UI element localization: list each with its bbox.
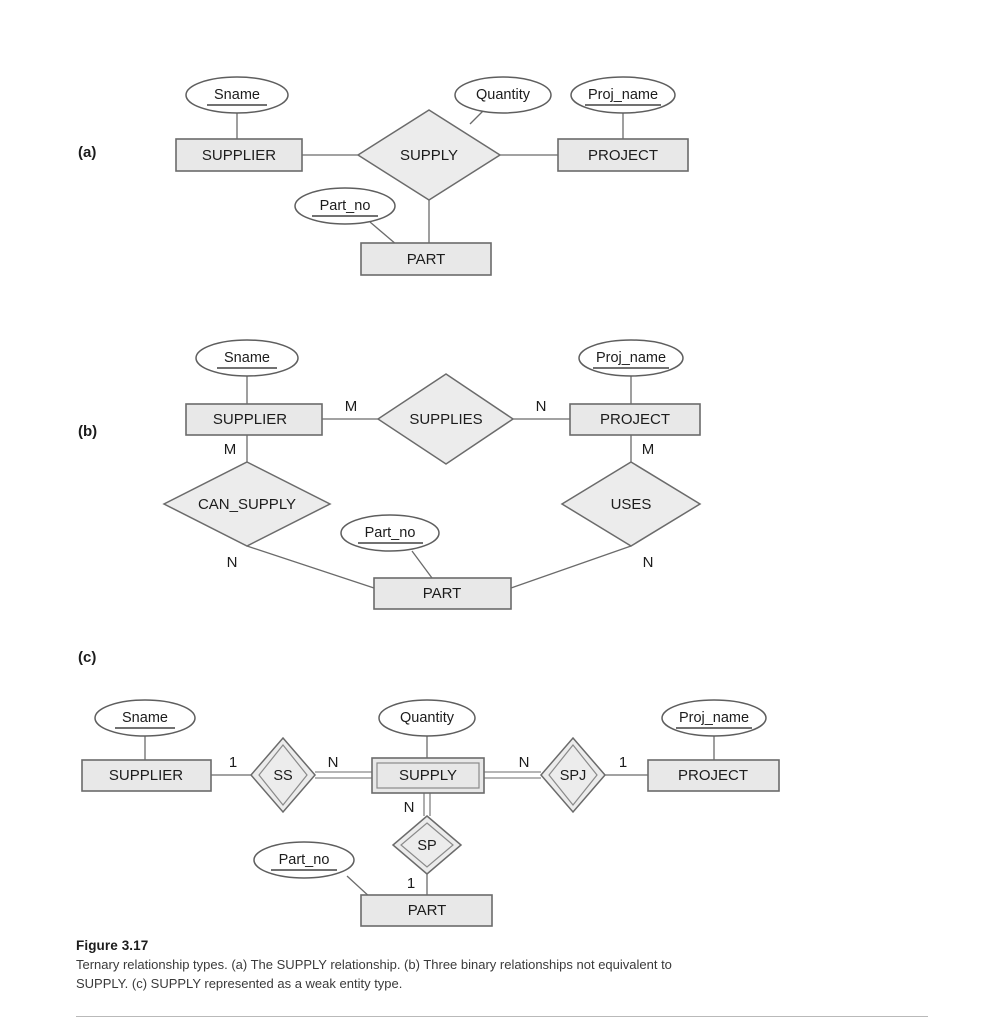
attribute-part-no-c: Part_no <box>253 841 355 879</box>
cardinality-supplier-supplies: M <box>345 398 358 415</box>
link-partno-part-a <box>369 221 398 246</box>
attribute-label: Quantity <box>476 87 531 103</box>
entity-project-b: PROJECT <box>569 403 701 436</box>
attribute-quantity-a: Quantity <box>454 76 552 114</box>
cardinality-project-uses: M <box>642 441 655 458</box>
attribute-label: Quantity <box>400 710 455 726</box>
entity-part-c: PART <box>360 894 493 927</box>
relationship-label: SUPPLIES <box>409 411 482 428</box>
attribute-proj-name-c: Proj_name <box>661 699 767 737</box>
entity-label: SUPPLIER <box>213 411 287 428</box>
entity-label: SUPPLIER <box>202 147 276 164</box>
diagram-part-a: (a) Sname SUPPLIER SUPPLY Quantity Proj_… <box>78 76 689 276</box>
relationship-uses-b: USES <box>560 461 702 547</box>
link-ss-supply-double-c <box>315 771 372 779</box>
attribute-proj-name-b: Proj_name <box>578 339 684 377</box>
relationship-spj-c: SPJ <box>540 736 606 814</box>
entity-supplier-c: SUPPLIER <box>81 759 212 792</box>
relationship-label: SS <box>273 768 292 784</box>
relationship-label: SUPPLY <box>400 147 458 164</box>
relationship-label: SP <box>417 838 436 854</box>
er-diagram-canvas: (a) Sname SUPPLIER SUPPLY Quantity Proj_… <box>78 76 780 927</box>
attribute-quantity-c: Quantity <box>378 699 476 737</box>
attribute-proj-name-a: Proj_name <box>570 76 676 114</box>
attribute-sname-c: Sname <box>94 699 196 737</box>
link-partno-part-b <box>411 550 433 579</box>
relationship-ss-c: SS <box>250 736 316 814</box>
entity-label: SUPPLIER <box>109 767 183 784</box>
link-cansupply-part-b <box>246 545 375 589</box>
cardinality-supplier-ss: 1 <box>229 754 237 771</box>
attribute-label: Part_no <box>279 852 330 868</box>
cardinality-supplier-cansupply: M <box>224 441 237 458</box>
attribute-label: Part_no <box>365 525 416 541</box>
figure-caption-block: Figure 3.17 Ternary relationship types. … <box>76 938 776 994</box>
cardinality-sp-part: 1 <box>407 875 415 892</box>
entity-label: SUPPLY <box>399 767 457 784</box>
figure-container: (a) Sname SUPPLIER SUPPLY Quantity Proj_… <box>0 0 989 1024</box>
relationship-supplies-b: SUPPLIES <box>376 373 515 465</box>
attribute-sname-b: Sname <box>195 339 299 377</box>
attribute-label: Proj_name <box>596 350 666 366</box>
attribute-label: Part_no <box>320 198 371 214</box>
attribute-label: Proj_name <box>679 710 749 726</box>
bottom-divider <box>76 1016 928 1017</box>
entity-supplier-a: SUPPLIER <box>175 138 303 172</box>
relationship-can-supply-b: CAN_SUPPLY <box>162 461 332 547</box>
link-supply-spj-double-c <box>484 771 541 779</box>
cardinality-supply-sp: N <box>404 799 415 816</box>
cardinality-supply-spj: N <box>519 754 530 771</box>
attribute-part-no-a: Part_no <box>294 187 396 225</box>
cardinality-spj-project: 1 <box>619 754 627 771</box>
entity-project-a: PROJECT <box>557 138 689 172</box>
entity-label: PART <box>423 585 462 602</box>
attribute-part-no-b: Part_no <box>340 514 440 552</box>
entity-label: PART <box>407 251 446 268</box>
part-label-c: (c) <box>78 649 96 666</box>
entity-part-b: PART <box>373 577 512 610</box>
relationship-label: USES <box>611 496 652 513</box>
entity-supplier-b: SUPPLIER <box>185 403 323 436</box>
entity-label: PART <box>408 902 447 919</box>
figure-number: Figure 3.17 <box>76 938 149 953</box>
entity-label: PROJECT <box>600 411 670 428</box>
cardinality-ss-supply: N <box>328 754 339 771</box>
part-label-a: (a) <box>78 144 96 161</box>
entity-part-a: PART <box>360 242 492 276</box>
attribute-label: Proj_name <box>588 87 658 103</box>
entity-project-c: PROJECT <box>647 759 780 792</box>
diagram-part-c: (c) Sname SUPPLIER SS Quantity SUPPLY SP… <box>78 649 780 927</box>
relationship-label: CAN_SUPPLY <box>198 496 296 513</box>
entity-label: PROJECT <box>678 767 748 784</box>
figure-caption-text: Ternary relationship types. (a) The SUPP… <box>76 957 672 991</box>
cardinality-uses-part: N <box>643 554 654 571</box>
relationship-sp-c: SP <box>391 815 463 875</box>
entity-supply-weak-c: SUPPLY <box>371 757 485 794</box>
relationship-supply-a: SUPPLY <box>356 109 502 201</box>
cardinality-cansupply-part: N <box>227 554 238 571</box>
cardinality-supplies-project: N <box>536 398 547 415</box>
relationship-label: SPJ <box>560 768 587 784</box>
attribute-sname-a: Sname <box>185 76 289 114</box>
link-supply-sp-double-c <box>423 793 431 816</box>
attribute-label: Sname <box>214 87 260 103</box>
attribute-label: Sname <box>224 350 270 366</box>
part-label-b: (b) <box>78 423 97 440</box>
attribute-label: Sname <box>122 710 168 726</box>
link-uses-part-b <box>510 545 632 589</box>
diagram-part-b: (b) Sname SUPPLIER SUPPLIES Proj_name PR… <box>78 339 702 610</box>
entity-label: PROJECT <box>588 147 658 164</box>
